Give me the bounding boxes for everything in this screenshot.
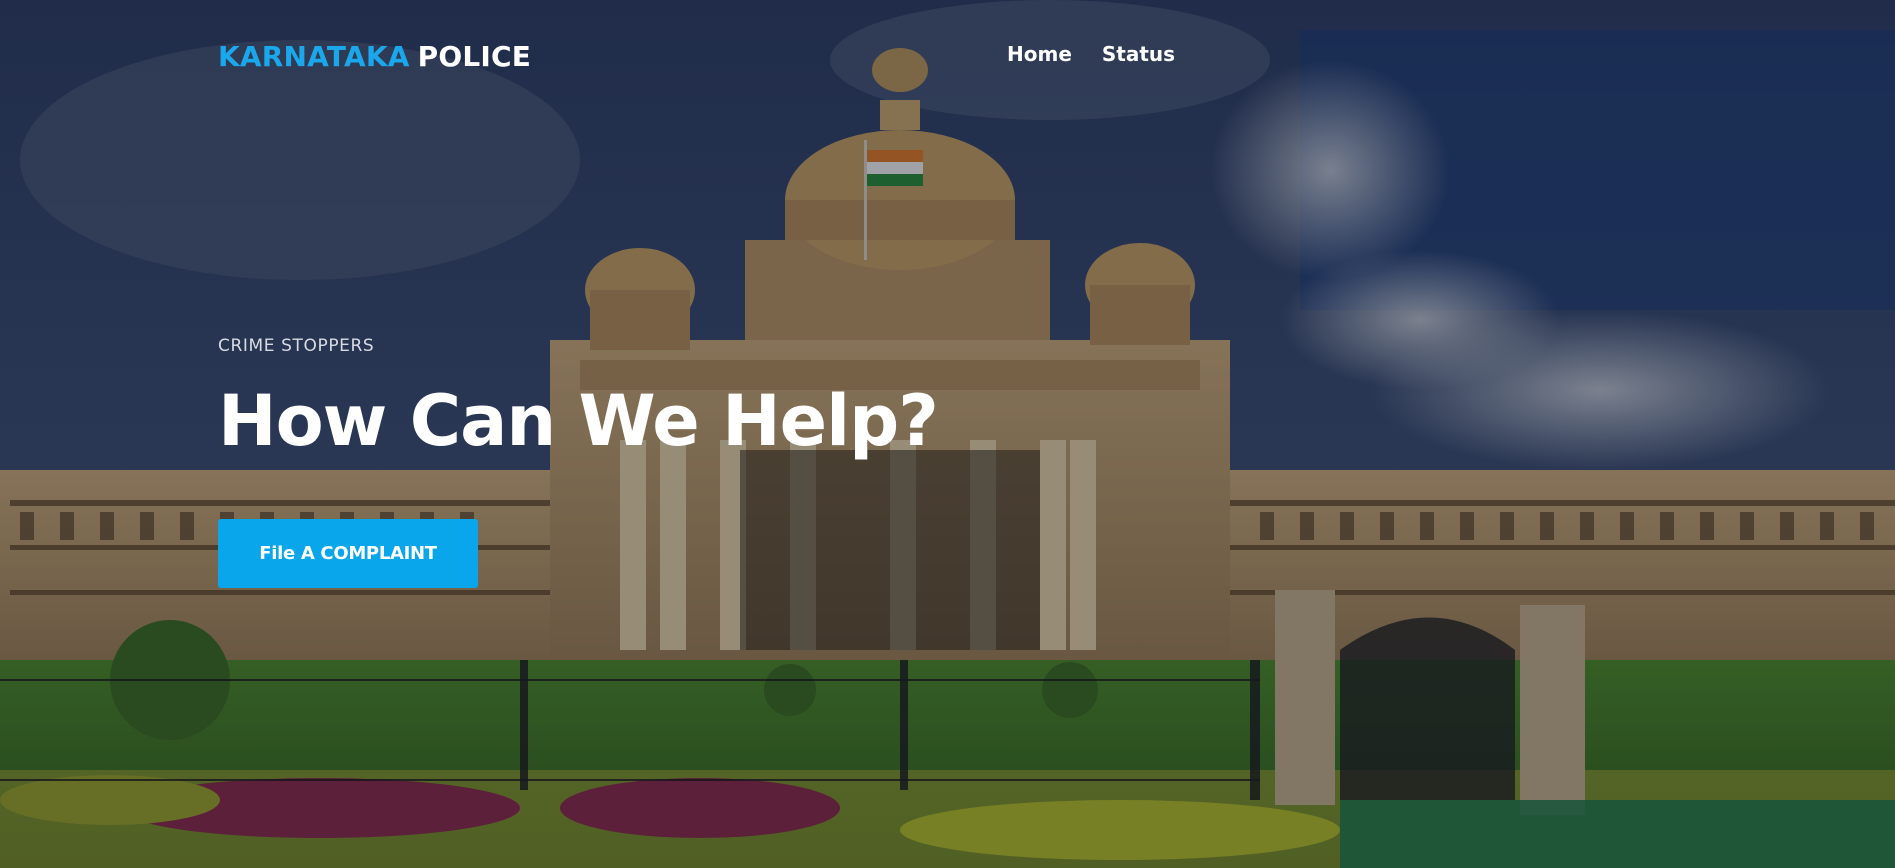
hero-content: CRIME STOPPERS How Can We Help?: [218, 336, 1118, 461]
top-navbar: KARNATAKA POLICE Home Status: [0, 0, 1895, 118]
nav-home-link[interactable]: Home: [1007, 42, 1072, 66]
hero-eyebrow: CRIME STOPPERS: [218, 336, 375, 356]
brand-logo-part1: KARNATAKA: [218, 40, 410, 73]
brand-logo[interactable]: KARNATAKA POLICE: [218, 40, 531, 73]
nav-status-link[interactable]: Status: [1102, 42, 1175, 66]
hero-title: How Can We Help?: [218, 380, 939, 462]
brand-logo-part2: POLICE: [417, 40, 532, 73]
file-complaint-button[interactable]: File A COMPLAINT: [218, 519, 478, 588]
nav-links: Home Status: [1007, 42, 1175, 66]
hero-section: KARNATAKA POLICE Home Status CRIME STOPPE…: [0, 0, 1895, 868]
